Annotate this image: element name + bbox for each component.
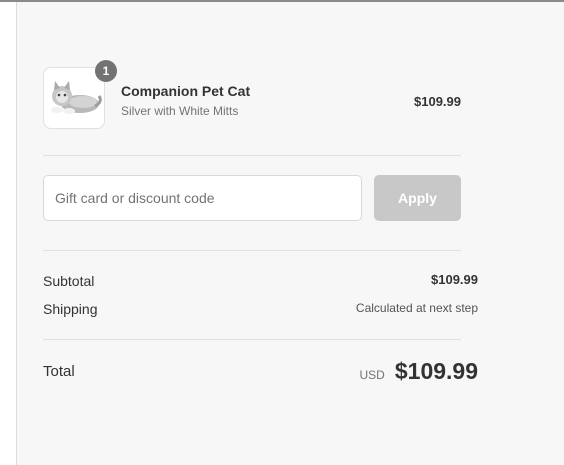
divider (43, 155, 461, 156)
cat-image-icon (51, 81, 102, 114)
product-name: Companion Pet Cat (121, 83, 251, 99)
total-label: Total (43, 363, 75, 380)
left-column (0, 2, 17, 465)
total-amount: $109.99 (394, 358, 478, 384)
product-line-item: 1 Companion Pet Cat Silver with White Mi… (43, 60, 461, 133)
divider (43, 339, 461, 340)
subtotal-value: $109.99 (431, 272, 478, 287)
product-thumbnail: 1 (43, 60, 117, 129)
divider (43, 250, 461, 251)
total-price: USD $109.99 (360, 358, 478, 385)
quantity-badge: 1 (95, 60, 117, 82)
subtotal-label: Subtotal (43, 273, 95, 289)
product-price: $109.99 (414, 94, 461, 109)
apply-button[interactable]: Apply (374, 175, 461, 221)
shipping-label: Shipping (43, 301, 98, 317)
currency-code: USD (359, 368, 385, 382)
shipping-value: Calculated at next step (355, 301, 478, 315)
discount-code-input[interactable] (43, 175, 362, 221)
product-variant: Silver with White Mitts (121, 104, 239, 118)
